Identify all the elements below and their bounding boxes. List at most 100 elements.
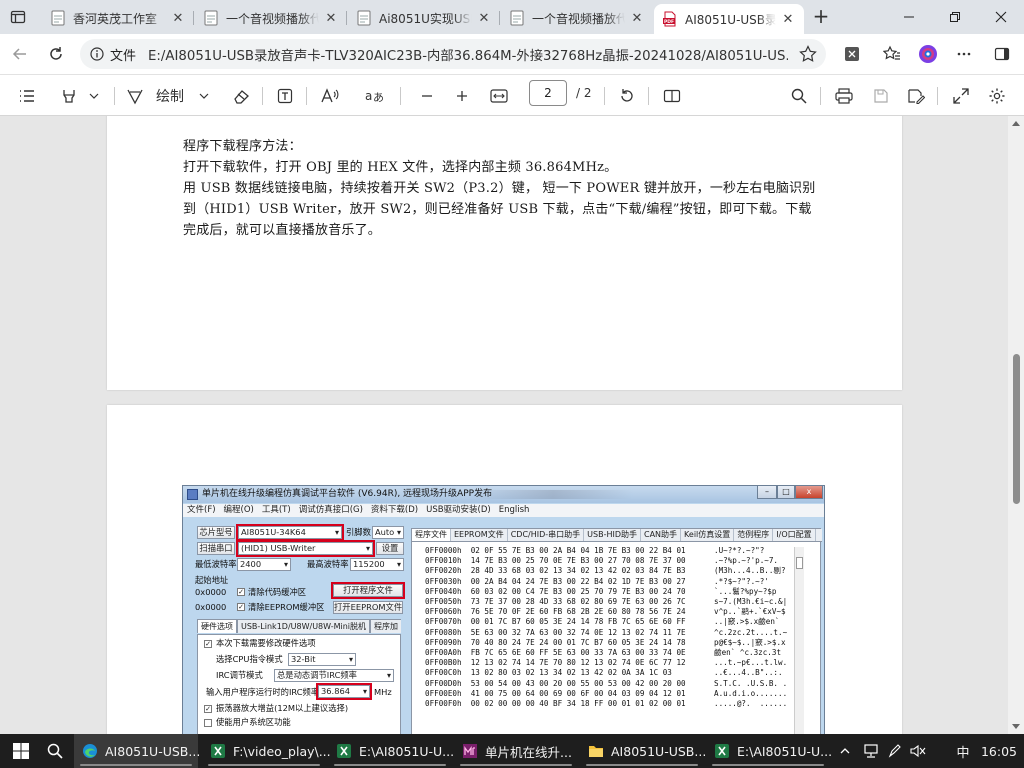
refresh-button[interactable] [44, 42, 68, 66]
plus-icon [457, 91, 467, 101]
clear-eeprom-label: 清除EEPROM缓冲区 [248, 602, 325, 612]
tab-actions-icon[interactable] [10, 9, 26, 25]
fit-width-button[interactable] [488, 84, 510, 108]
highlight-dropdown[interactable] [86, 84, 102, 108]
close-icon[interactable]: ✕ [629, 11, 645, 26]
search-button[interactable] [788, 84, 810, 108]
url-box[interactable]: 文件 E:/AI8051U-USB录放音声卡-TLV320AIC23B-内部36… [80, 39, 826, 69]
restore-button[interactable] [932, 0, 978, 34]
browser-tab[interactable]: 一个音视频播放代 ✕ [501, 4, 653, 32]
read-aloud-button[interactable] [318, 84, 342, 108]
draw-dropdown[interactable] [196, 84, 212, 108]
new-tab-button[interactable]: + [809, 5, 833, 29]
browser-tab[interactable]: 一个音视频播放代 ✕ [195, 4, 347, 32]
add-text-button[interactable] [274, 84, 296, 108]
app-title-bar: 单片机在线升级编程仿真调试平台软件 (V6.94R), 远程现场升级APP发布 [183, 486, 824, 503]
zoom-out-button[interactable] [416, 84, 438, 108]
taskbar-app[interactable]: AI8051U-USB... [580, 734, 706, 768]
hex-ascii: p@€$~$..|窾.>$.x [714, 637, 786, 647]
hex-row: 0FF00D0h 53 00 54 00 43 00 20 00 55 00 5… [425, 678, 686, 688]
taskbar-app[interactable]: E:\AI8051U-U... [328, 734, 454, 768]
pdf-page-1: 程序下载程序方法： 打开下载软件，打开 OBJ 里的 HEX 文件，选择内部主频… [107, 116, 902, 390]
erase-button[interactable] [230, 84, 252, 108]
volume-button[interactable] [908, 734, 928, 768]
taskbar-app[interactable]: F:\video_play\... [202, 734, 331, 768]
open-program-file-button: 打开程序文件 [331, 582, 405, 599]
clock[interactable]: 16:05 [978, 734, 1020, 768]
hex-row: 0FF0090h 70 40 80 24 7E 24 00 01 7C B7 6… [425, 637, 686, 647]
hex-row: 0FF0080h 5E 63 00 32 7A 63 00 32 74 0E 1… [425, 627, 686, 637]
svg-text:PDF: PDF [664, 19, 674, 25]
close-icon[interactable]: ✕ [780, 12, 796, 27]
copilot-button[interactable] [916, 42, 940, 66]
page-icon [204, 10, 218, 26]
program-file-panel: 程序文件 EEPROM文件 CDC/HID-串口助手 USB-HID助手 CAN助手 Ke… [411, 528, 822, 734]
scrollbar-thumb[interactable] [1013, 354, 1020, 504]
page-view-button[interactable] [660, 84, 684, 108]
close-icon[interactable]: ✕ [323, 11, 339, 26]
draw-icon [127, 89, 143, 105]
hex-row: 0FF0040h 60 03 02 00 C4 7E B3 00 25 70 7… [425, 586, 686, 596]
touchpad-button[interactable] [886, 734, 904, 768]
highlight-button[interactable] [58, 84, 80, 108]
url-text[interactable]: E:/AI8051U-USB录放音声卡-TLV320AIC23B-内部36.86… [148, 45, 788, 64]
page-number-input[interactable]: 2 [529, 80, 567, 106]
save-button[interactable] [870, 84, 892, 108]
favorites-button[interactable] [880, 42, 904, 66]
more-menu-button[interactable] [952, 42, 976, 66]
scroll-down-icon[interactable] [1012, 724, 1020, 730]
app-menu-item: 编程(O) [223, 505, 254, 515]
embedded-app-screenshot: 单片机在线升级编程仿真调试平台软件 (V6.94R), 远程现场升级APP发布 … [182, 485, 825, 734]
tray-overflow-button[interactable] [836, 734, 854, 768]
irc-mode-select: 总是动态调节IRC频率 [274, 669, 394, 682]
save-as-button[interactable] [905, 84, 927, 108]
hex-ascii: ...t.~p€...t.lw. [714, 658, 788, 668]
tab-title: 一个音视频播放代 [226, 11, 319, 26]
hex-ascii: ..€...4..B"..:. [714, 668, 783, 678]
irc-freq-input: 36.864 [316, 683, 372, 700]
svg-text:a: a [365, 89, 372, 103]
hex-row: 0FF0000h 02 0F 55 7E B3 00 2A B4 04 1B 7… [425, 546, 686, 555]
browser-tab-strip: 香河英茂工作室 ✕ 一个音视频播放代 ✕ Ai8051U实现USB ✕ 一个音视… [0, 0, 1024, 34]
translate-button[interactable]: aあ [362, 84, 388, 108]
zoom-in-button[interactable] [451, 84, 473, 108]
minimize-button[interactable] [886, 0, 932, 34]
browser-tab[interactable]: Ai8051U实现USB ✕ [348, 4, 500, 32]
pdf-settings-button[interactable] [986, 84, 1008, 108]
chip-model-select: AI8051U-34K64 [236, 524, 344, 541]
favorite-star-button[interactable] [796, 42, 820, 66]
hex-row: 0FF0070h 00 01 7C B7 60 05 3E 24 14 78 F… [425, 617, 686, 627]
hex-row: 0FF0010h 14 7E B3 00 25 70 0E 7E B3 00 2… [425, 556, 686, 566]
windows-logo-icon [13, 743, 29, 759]
rotate-button[interactable] [616, 84, 638, 108]
taskbar-app[interactable]: E:\AI8051U-U... [706, 734, 832, 768]
close-icon[interactable]: ✕ [476, 11, 492, 26]
blurred-region [473, 490, 633, 499]
pen-icon [888, 744, 901, 758]
fit-width-icon [490, 89, 508, 103]
network-button[interactable] [862, 734, 880, 768]
back-arrow-icon [12, 48, 26, 60]
input-method-button[interactable]: 中 [952, 734, 974, 768]
hex-ascii: s~7.(M3h.€i~c.&| [714, 597, 788, 606]
search-button[interactable] [40, 734, 70, 768]
scroll-up-icon[interactable] [1012, 120, 1020, 126]
function-tab: I/O口配置 [773, 529, 816, 541]
contents-button[interactable] [16, 84, 38, 108]
hex-row: 0FF0020h 28 4D 33 68 03 02 13 34 02 13 4… [425, 566, 686, 576]
document-scrollbar[interactable] [1008, 116, 1024, 734]
back-button[interactable] [8, 42, 32, 66]
rotate-icon [621, 89, 633, 102]
taskbar-app[interactable]: AI8051U-USB... [74, 734, 200, 768]
pdf-viewer[interactable]: 程序下载程序方法： 打开下载软件，打开 OBJ 里的 HEX 文件，选择内部主频… [0, 116, 1024, 734]
start-button[interactable] [6, 734, 36, 768]
extension-button[interactable] [840, 42, 864, 66]
print-button[interactable] [833, 84, 855, 108]
close-icon[interactable]: ✕ [170, 11, 186, 26]
taskbar-app[interactable]: 单片机在线升... [454, 734, 578, 768]
window-close-button[interactable] [978, 0, 1024, 34]
sidebar-toggle-button[interactable] [990, 42, 1014, 66]
browser-tab-active[interactable]: PDF AI8051U-USB录放 ✕ [654, 4, 804, 34]
browser-tab[interactable]: 香河英茂工作室 ✕ [42, 4, 194, 32]
fullscreen-button[interactable] [950, 84, 972, 108]
